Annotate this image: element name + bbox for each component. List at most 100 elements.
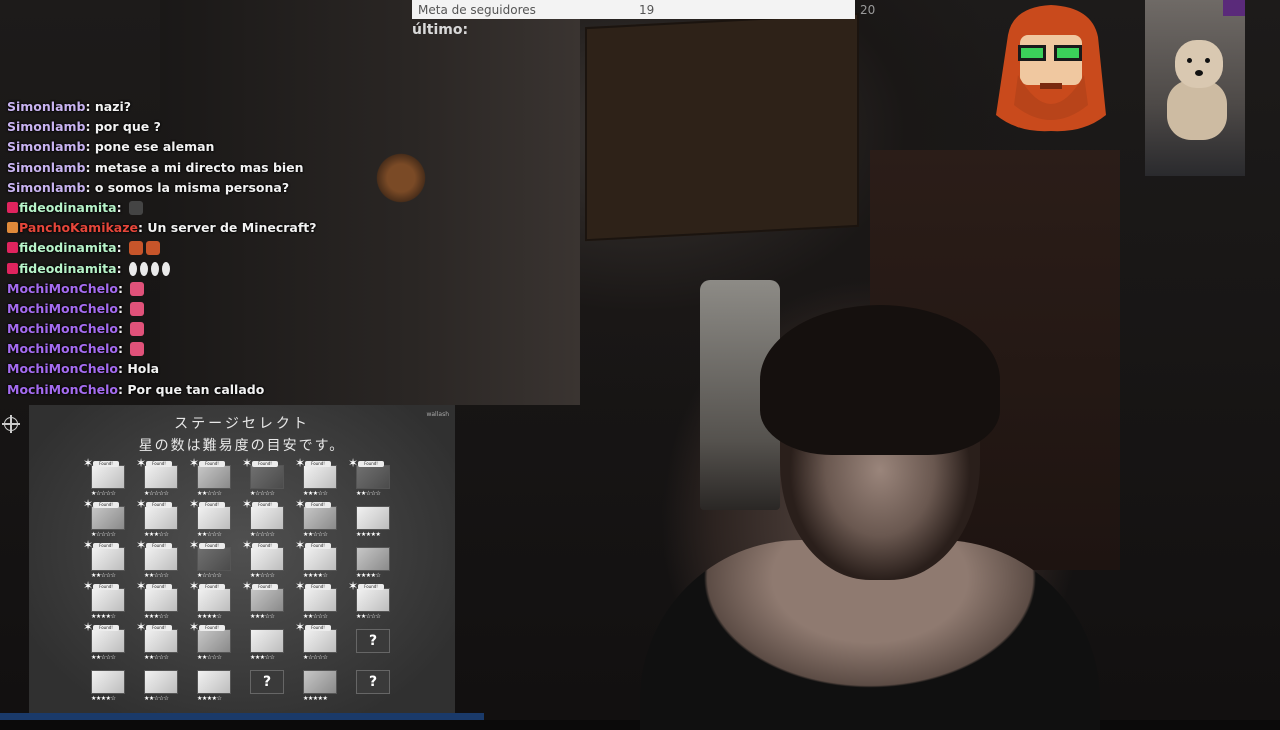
chat-username[interactable]: MochiMonChelo: [7, 361, 118, 376]
stage-difficulty-stars: ★★☆☆☆: [144, 654, 169, 661]
stage-tile[interactable]: Found! ✶ ★☆☆☆☆: [242, 498, 284, 540]
dog-nose: [1195, 70, 1203, 76]
stage-tile[interactable]: Found! ✶ ★☆☆☆☆: [83, 457, 125, 499]
stage-tile[interactable]: Found! ✶ ★☆☆☆☆: [136, 457, 178, 499]
stage-tile[interactable]: Found! ✶ ★★★☆☆: [136, 580, 178, 622]
stage-tile[interactable]: Found! ✶ ★★☆☆☆: [83, 621, 125, 663]
sparkle-icon: ✶: [348, 579, 359, 593]
stage-difficulty-stars: ★★★★☆: [197, 695, 222, 702]
stage-tile[interactable]: ?: [250, 670, 284, 704]
stage-tile[interactable]: Found! ✶ ★★★★☆: [189, 580, 231, 622]
stage-difficulty-stars: ★★☆☆☆: [197, 531, 222, 538]
stage-thumbnail: [250, 629, 284, 653]
chat-username[interactable]: MochiMonChelo: [7, 281, 118, 296]
stage-difficulty-stars: ★★★☆☆: [144, 531, 169, 538]
stage-thumbnail: [197, 465, 231, 489]
sparkle-icon: ✶: [136, 620, 147, 634]
chat-username[interactable]: Simonlamb: [7, 99, 86, 114]
follower-goal-label: Meta de seguidores: [418, 3, 536, 17]
found-tag: Found!: [305, 502, 331, 508]
found-tag: Found!: [199, 461, 225, 467]
stage-tile[interactable]: Found! ✶ ★☆☆☆☆: [295, 621, 337, 663]
stage-tile[interactable]: ?: [356, 629, 390, 663]
stage-difficulty-stars: ★☆☆☆☆: [303, 654, 328, 661]
chat-username[interactable]: fideodinamita: [19, 200, 117, 215]
stage-tile[interactable]: Found! ✶ ★★☆☆☆: [295, 498, 337, 540]
stage-tile[interactable]: Found! ✶ ★★☆☆☆: [189, 457, 231, 499]
stage-tile[interactable]: Found! ✶ ★★★☆☆: [295, 457, 337, 499]
taskbar[interactable]: [0, 713, 484, 720]
stage-difficulty-stars: ★★★☆☆: [250, 654, 275, 661]
chat-separator: :: [117, 321, 128, 337]
stage-thumbnail: [303, 588, 337, 612]
chat-username[interactable]: MochiMonChelo: [7, 341, 118, 356]
stage-difficulty-stars: ★★★★☆: [91, 695, 116, 702]
found-tag: Found!: [93, 543, 119, 549]
stage-tile[interactable]: Found! ✶ ★★★★☆: [295, 539, 337, 581]
stage-tile[interactable]: ★★☆☆☆: [144, 670, 178, 704]
sparkle-icon: ✶: [83, 456, 94, 470]
stage-tile[interactable]: Found! ✶ ★★★☆☆: [242, 580, 284, 622]
chat-emote-icon: [130, 322, 145, 337]
found-tag: Found!: [199, 543, 225, 549]
stage-thumbnail: [144, 506, 178, 530]
chat-badge-icon: [7, 262, 18, 274]
stage-tile[interactable]: ★★★★★: [303, 670, 337, 704]
sparkle-icon: ✶: [242, 538, 253, 552]
stage-difficulty-stars: ★☆☆☆☆: [197, 572, 222, 579]
found-tag: Found!: [252, 461, 278, 467]
stage-tile[interactable]: Found! ✶ ★★☆☆☆: [189, 621, 231, 663]
stage-tile[interactable]: Found! ✶ ★★★☆☆: [136, 498, 178, 540]
chat-username[interactable]: Simonlamb: [7, 139, 86, 154]
stage-tile[interactable]: Found! ✶ ★★☆☆☆: [348, 580, 390, 622]
stage-difficulty-stars: ★★☆☆☆: [91, 654, 116, 661]
stage-tile[interactable]: Found! ✶ ★★☆☆☆: [295, 580, 337, 622]
sparkle-icon: ✶: [136, 538, 147, 552]
stage-tile[interactable]: ★★★★★: [356, 506, 390, 540]
found-tag: Found!: [305, 543, 331, 549]
found-tag: Found!: [93, 502, 119, 508]
stage-tile[interactable]: ★★★☆☆: [250, 629, 284, 663]
stage-difficulty-stars: ★★★★☆: [197, 613, 222, 620]
stage-thumbnail: [91, 670, 125, 694]
stage-thumbnail: [197, 588, 231, 612]
sparkle-icon: ✶: [242, 497, 253, 511]
stage-tile[interactable]: Found! ✶ ★★☆☆☆: [136, 621, 178, 663]
stage-tile[interactable]: Found! ✶ ★☆☆☆☆: [242, 457, 284, 499]
sparkle-icon: ✶: [295, 456, 306, 470]
chat-username[interactable]: Simonlamb: [7, 180, 86, 195]
chat-separator: :: [116, 240, 126, 256]
stage-thumbnail: [144, 547, 178, 571]
chat-username[interactable]: fideodinamita: [19, 240, 117, 255]
stage-tile[interactable]: ★★★★☆: [91, 670, 125, 704]
stage-difficulty-stars: ★☆☆☆☆: [91, 531, 116, 538]
chat-badge-icon: [7, 222, 18, 234]
stage-tile[interactable]: Found! ✶ ★☆☆☆☆: [189, 539, 231, 581]
chat-username[interactable]: MochiMonChelo: [7, 382, 118, 397]
crosshair-icon[interactable]: [2, 415, 20, 433]
game-window[interactable]: wallash ステージセレクト 星の数は難易度の目安です。 Found! ✶ ★☆…: [29, 405, 455, 720]
stage-tile[interactable]: Found! ✶ ★★★★☆: [83, 580, 125, 622]
chat-username[interactable]: Simonlamb: [7, 119, 86, 134]
stage-tile[interactable]: ?: [356, 670, 390, 704]
sparkle-icon: ✶: [136, 579, 147, 593]
stage-tile[interactable]: Found! ✶ ★★☆☆☆: [189, 498, 231, 540]
stage-tile[interactable]: Found! ✶ ★★☆☆☆: [242, 539, 284, 581]
stage-tile[interactable]: Found! ✶ ★☆☆☆☆: [83, 498, 125, 540]
chat-username[interactable]: fideodinamita: [19, 261, 117, 276]
stage-tile[interactable]: Found! ✶ ★★☆☆☆: [136, 539, 178, 581]
stage-thumbnail: [356, 547, 390, 571]
stage-thumbnail: [356, 465, 390, 489]
chat-message: MochiMonChelo: Por que tan callado: [7, 380, 407, 400]
chat-username[interactable]: Simonlamb: [7, 160, 86, 175]
found-tag: Found!: [358, 461, 384, 467]
stage-tile[interactable]: Found! ✶ ★★☆☆☆: [83, 539, 125, 581]
chat-username[interactable]: MochiMonChelo: [7, 321, 118, 336]
chat-username[interactable]: MochiMonChelo: [7, 301, 118, 316]
stage-tile[interactable]: ★★★★☆: [197, 670, 231, 704]
dog-body: [1167, 80, 1227, 140]
chat-username[interactable]: PanchoKamikaze: [19, 220, 138, 235]
stage-select-subtitle: 星の数は難易度の目安です。: [138, 438, 346, 454]
stage-tile[interactable]: Found! ✶ ★★☆☆☆: [348, 457, 390, 499]
stage-tile[interactable]: ★★★★☆: [356, 547, 390, 581]
